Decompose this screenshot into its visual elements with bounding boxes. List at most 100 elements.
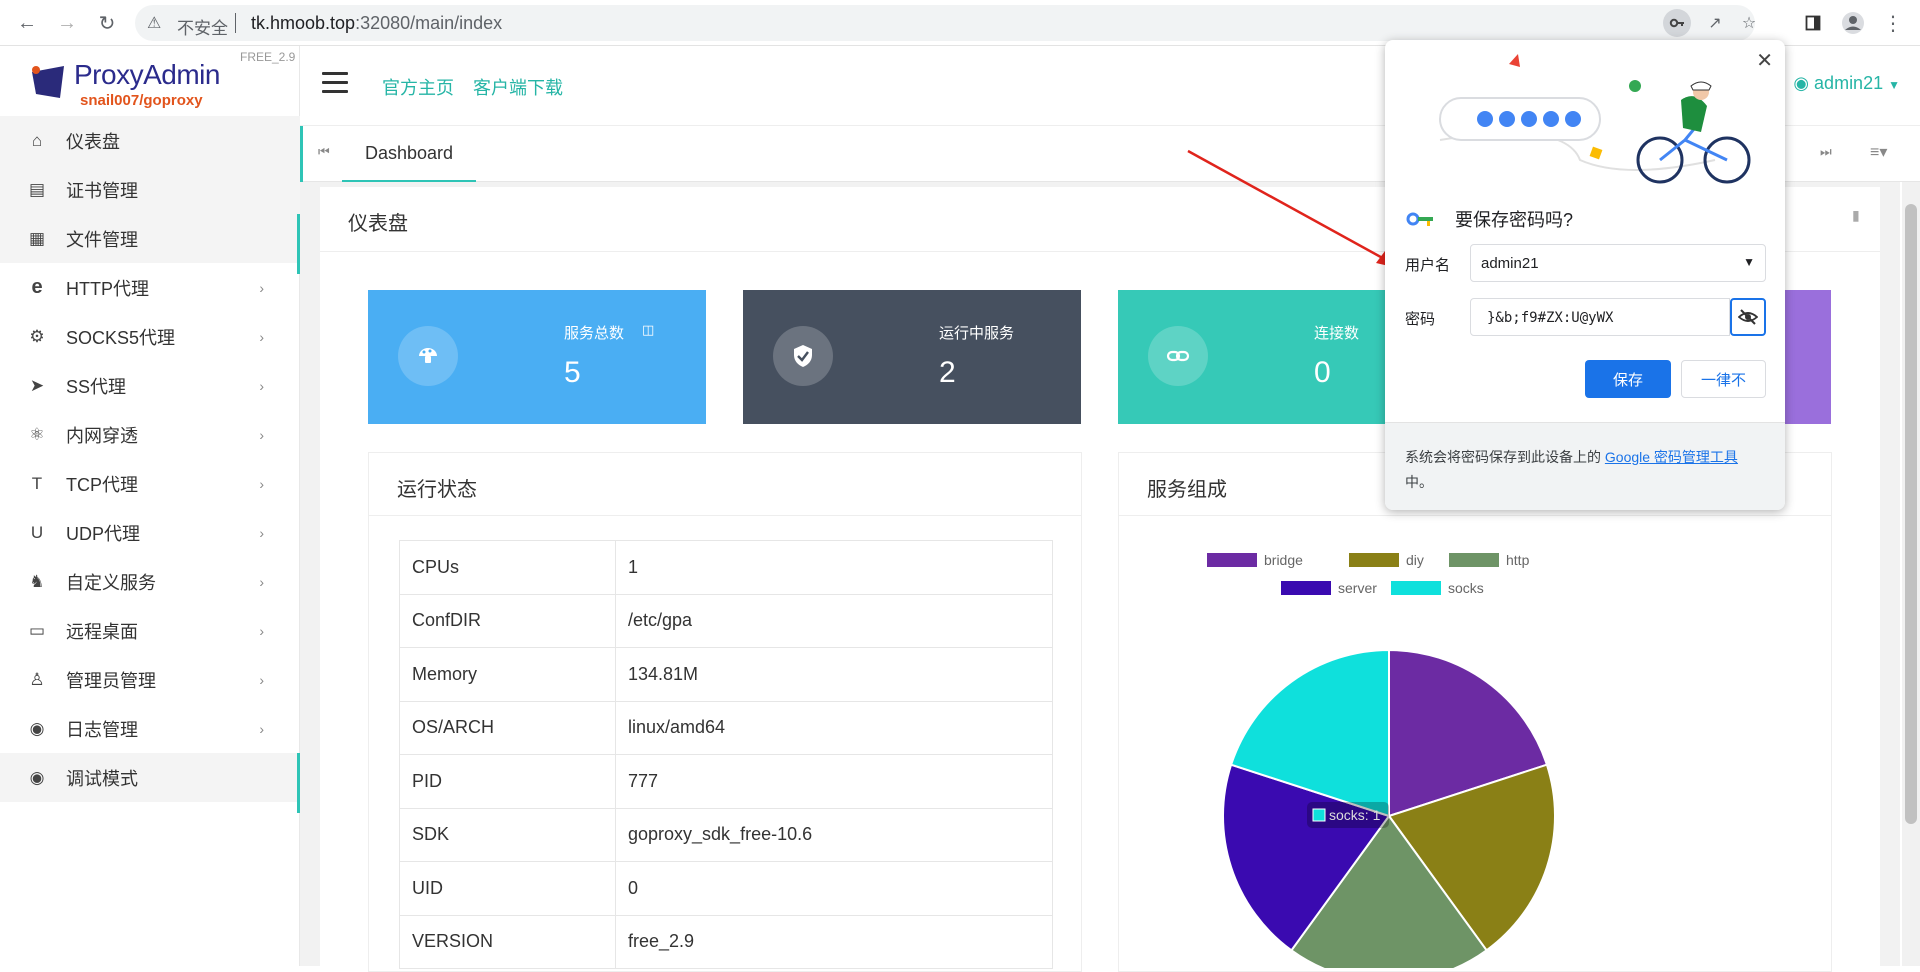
- table-row: CPUs 1: [399, 540, 1053, 595]
- scrollbar-thumb[interactable]: [1905, 204, 1917, 824]
- user-icon: ◉: [1793, 73, 1810, 93]
- user-menu[interactable]: ◉ admin21 ▼: [1793, 73, 1900, 94]
- legend-label-bridge[interactable]: bridge: [1264, 552, 1303, 568]
- edge-e-icon: e: [31, 276, 43, 298]
- url-text[interactable]: tk.hmoob.top:32080/main/index: [251, 13, 502, 34]
- username-select[interactable]: admin21 ▼: [1470, 244, 1766, 282]
- sidebar-item-label: UDP代理: [66, 523, 141, 544]
- stat-value: 2: [939, 356, 956, 389]
- monitor-icon: ▭: [28, 620, 46, 640]
- status-value: /etc/gpa: [615, 593, 1053, 648]
- version-tag: FREE_2.9: [240, 50, 296, 64]
- reload-icon[interactable]: ↻: [92, 8, 122, 38]
- sidebar-item-label: 日志管理: [66, 719, 138, 740]
- forward-icon[interactable]: →: [52, 8, 82, 38]
- share-icon[interactable]: ↗: [1701, 9, 1729, 37]
- service-pie-chart: bridge diy http server socks socks: 1: [1207, 552, 1556, 968]
- chevron-right-icon: ›: [259, 720, 264, 737]
- sidebar-item-2[interactable]: ▤ 证书管理: [0, 165, 300, 214]
- sidebar-item-1[interactable]: ⌂ 仪表盘: [0, 116, 300, 165]
- legend-label-diy[interactable]: diy: [1406, 552, 1424, 568]
- legend-label-socks[interactable]: socks: [1448, 580, 1484, 596]
- status-key: VERSION: [399, 914, 616, 969]
- chevron-right-icon: ›: [259, 328, 264, 345]
- sidebar-item-label: 内网穿透: [66, 425, 138, 446]
- tab-dashboard[interactable]: Dashboard: [342, 126, 476, 182]
- status-key: UID: [399, 861, 616, 916]
- sidebar-item-12[interactable]: ♙ 管理员管理 ›: [0, 655, 300, 704]
- menu-dots-icon[interactable]: ⋮: [1878, 8, 1908, 38]
- back-icon[interactable]: ←: [12, 8, 42, 38]
- sidebar-item-label: SOCKS5代理: [66, 327, 176, 348]
- chevron-right-icon: ›: [259, 671, 264, 688]
- underline-icon: U: [30, 522, 44, 542]
- sidebar-item-14[interactable]: ◉ 调试模式: [0, 753, 300, 813]
- side-panel-icon[interactable]: [1798, 8, 1828, 38]
- star-icon[interactable]: ☆: [1735, 9, 1763, 37]
- chevron-right-icon: ›: [259, 622, 264, 639]
- status-key: OS/ARCH: [399, 700, 616, 755]
- sidebar-item-13[interactable]: ◉ 日志管理 ›: [0, 704, 300, 753]
- hamburger-icon[interactable]: [322, 72, 348, 94]
- legend-swatch-bridge[interactable]: [1207, 553, 1257, 567]
- send-icon: ➤: [29, 375, 45, 395]
- sidebar-item-6[interactable]: ➤ SS代理 ›: [0, 361, 300, 410]
- password-value: }&b;f9#ZX:U@yWX: [1487, 310, 1614, 326]
- tab-next-icon[interactable]: ⏭: [1820, 144, 1832, 160]
- chevron-right-icon: ›: [259, 573, 264, 590]
- password-manager-link[interactable]: Google 密码管理工具: [1605, 449, 1738, 465]
- sidebar-item-label: 文件管理: [66, 229, 138, 250]
- status-value: 0: [615, 861, 1053, 916]
- status-value: 1: [615, 540, 1053, 595]
- status-value: 134.81M: [615, 647, 1053, 702]
- tab-menu-icon[interactable]: ≡▾: [1870, 142, 1887, 162]
- address-bar[interactable]: ⚠ 不安全 tk.hmoob.top:32080/main/index ↗ ☆: [135, 5, 1756, 41]
- sidebar-item-label: 远程桌面: [66, 621, 138, 642]
- save-button[interactable]: 保存: [1585, 360, 1671, 398]
- official-site-link[interactable]: 官方主页: [382, 74, 454, 100]
- red-arrow-annotation: [1187, 149, 1402, 269]
- sidebar-item-7[interactable]: ⚛ 内网穿透 ›: [0, 410, 300, 459]
- service-composition-panel: 服务组成 bridge diy http server socks socks: 1: [1118, 452, 1832, 972]
- scrollbar[interactable]: [1902, 182, 1920, 966]
- runtime-status-panel: 运行状态 CPUs 1 ConfDIR/etc/gpa Memory 134.81M OS…: [368, 452, 1082, 972]
- password-field[interactable]: }&b;f9#ZX:U@yWX: [1470, 298, 1730, 336]
- username: admin21: [1814, 73, 1884, 93]
- stat-card-running: 运行中服务 2: [743, 290, 1081, 424]
- never-button[interactable]: 一律不: [1681, 360, 1766, 398]
- password-illustration: [1439, 54, 1751, 184]
- client-download-link[interactable]: 客户端下载: [473, 74, 563, 100]
- sidebar-item-label: 自定义服务: [66, 572, 156, 593]
- legend-label-http[interactable]: http: [1506, 552, 1530, 568]
- status-value: goproxy_sdk_free-10.6: [615, 807, 1053, 862]
- tab-prev-icon[interactable]: ⏮: [318, 144, 330, 160]
- legend-label-server[interactable]: server: [1338, 580, 1377, 596]
- stat-value: 5: [564, 356, 581, 389]
- stat-label: 服务总数: [564, 325, 625, 342]
- legend-swatch-http[interactable]: [1449, 553, 1499, 567]
- info-icon[interactable]: ◫: [642, 322, 654, 338]
- sidebar-item-9[interactable]: U UDP代理 ›: [0, 508, 300, 557]
- sidebar-item-4[interactable]: e HTTP代理 ›: [0, 263, 300, 312]
- sidebar-item-label: HTTP代理: [66, 278, 149, 299]
- sidebar-item-3[interactable]: ▦ 文件管理: [0, 214, 300, 274]
- sidebar-item-5[interactable]: ⚙ SOCKS5代理 ›: [0, 312, 300, 361]
- chart-tooltip: socks: 1: [1307, 802, 1389, 828]
- legend-swatch-socks[interactable]: [1391, 581, 1441, 595]
- divider: [369, 515, 1081, 516]
- password-label: 密码: [1405, 311, 1436, 328]
- key-icon[interactable]: [1663, 9, 1691, 37]
- chat-icon[interactable]: ▮: [1852, 207, 1860, 224]
- sidebar-item-10[interactable]: ♞ 自定义服务 ›: [0, 557, 300, 606]
- person-icon: ♙: [29, 669, 45, 689]
- logo-icon: [32, 66, 64, 98]
- security-label: 不安全: [177, 19, 228, 38]
- legend-swatch-server[interactable]: [1281, 581, 1331, 595]
- profile-icon[interactable]: [1838, 8, 1868, 38]
- table-row: Memory 134.81M: [399, 647, 1053, 702]
- legend-swatch-diy[interactable]: [1349, 553, 1399, 567]
- toggle-visibility-button[interactable]: [1730, 298, 1766, 336]
- sidebar-item-8[interactable]: T TCP代理 ›: [0, 459, 300, 508]
- sidebar-item-11[interactable]: ▭ 远程桌面 ›: [0, 606, 300, 655]
- close-icon[interactable]: ✕: [1756, 48, 1773, 73]
